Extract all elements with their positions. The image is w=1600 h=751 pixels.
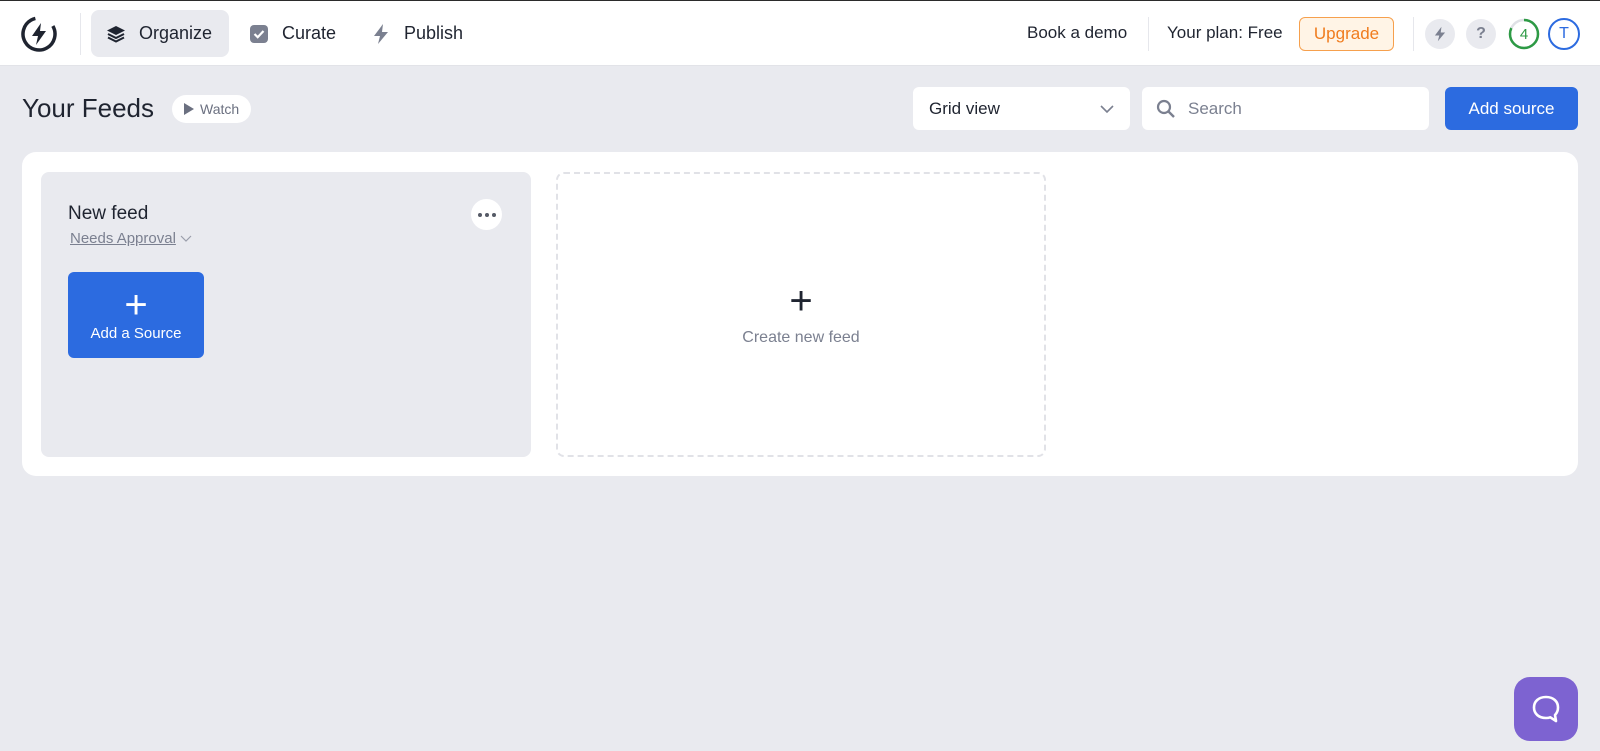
create-new-feed-tile[interactable]: + Create new feed [556,172,1046,457]
checkbox-icon [248,23,270,45]
whats-new-button[interactable] [1425,19,1455,49]
divider [1413,17,1414,51]
search-input[interactable] [1188,98,1408,119]
feed-more-button[interactable] [471,199,502,230]
view-select[interactable]: Grid view [913,87,1130,130]
feed-card[interactable]: New feed Needs Approval + Add a Source [41,172,531,457]
search-box[interactable] [1142,87,1429,130]
top-navigation: Organize Curate Publish Book a demo Your… [0,0,1600,66]
app-logo-icon[interactable] [20,15,58,53]
progress-count: 4 [1519,25,1529,43]
search-icon [1156,99,1175,118]
add-source-button[interactable]: Add source [1445,87,1578,130]
divider [80,13,81,55]
nav-organize-label: Organize [139,23,213,43]
more-icon [477,212,496,217]
divider [1148,17,1149,51]
plus-icon: + [124,282,148,327]
watch-button[interactable]: Watch [172,95,252,123]
nav-curate[interactable]: Curate [234,10,346,57]
chevron-down-icon [1100,104,1114,113]
page-title: Your Feeds [22,93,155,123]
layers-icon [105,23,127,45]
help-icon: ? [1476,25,1486,42]
lightning-icon [1434,26,1446,42]
add-a-source-label: Add a Source [90,324,182,342]
nav-publish-label: Publish [404,23,464,43]
book-demo-link[interactable]: Book a demo [1027,23,1127,43]
upgrade-button[interactable]: Upgrade [1299,17,1394,51]
chat-support-button[interactable] [1514,677,1578,741]
play-icon [184,103,194,115]
avatar[interactable]: T [1548,18,1580,50]
chat-icon [1532,695,1560,723]
feeds-panel: New feed Needs Approval + Add a Source +… [22,152,1578,476]
create-new-feed-label: Create new feed [742,328,860,346]
feed-status-dropdown[interactable]: Needs Approval [70,230,192,247]
feed-status-label: Needs Approval [70,230,176,247]
nav-publish[interactable]: Publish [356,10,474,57]
nav-organize[interactable]: Organize [91,10,229,57]
feed-title: New feed [68,203,149,224]
plus-icon: + [789,278,813,323]
help-button[interactable]: ? [1466,19,1496,49]
watch-label: Watch [200,101,240,117]
plan-label: Your plan: Free [1167,23,1283,42]
lightning-icon [370,23,392,45]
view-select-value: Grid view [929,98,1000,118]
add-a-source-button[interactable]: + Add a Source [68,272,204,358]
onboarding-progress[interactable]: 4 [1508,18,1540,50]
chevron-down-icon [180,235,192,242]
nav-curate-label: Curate [282,23,337,43]
